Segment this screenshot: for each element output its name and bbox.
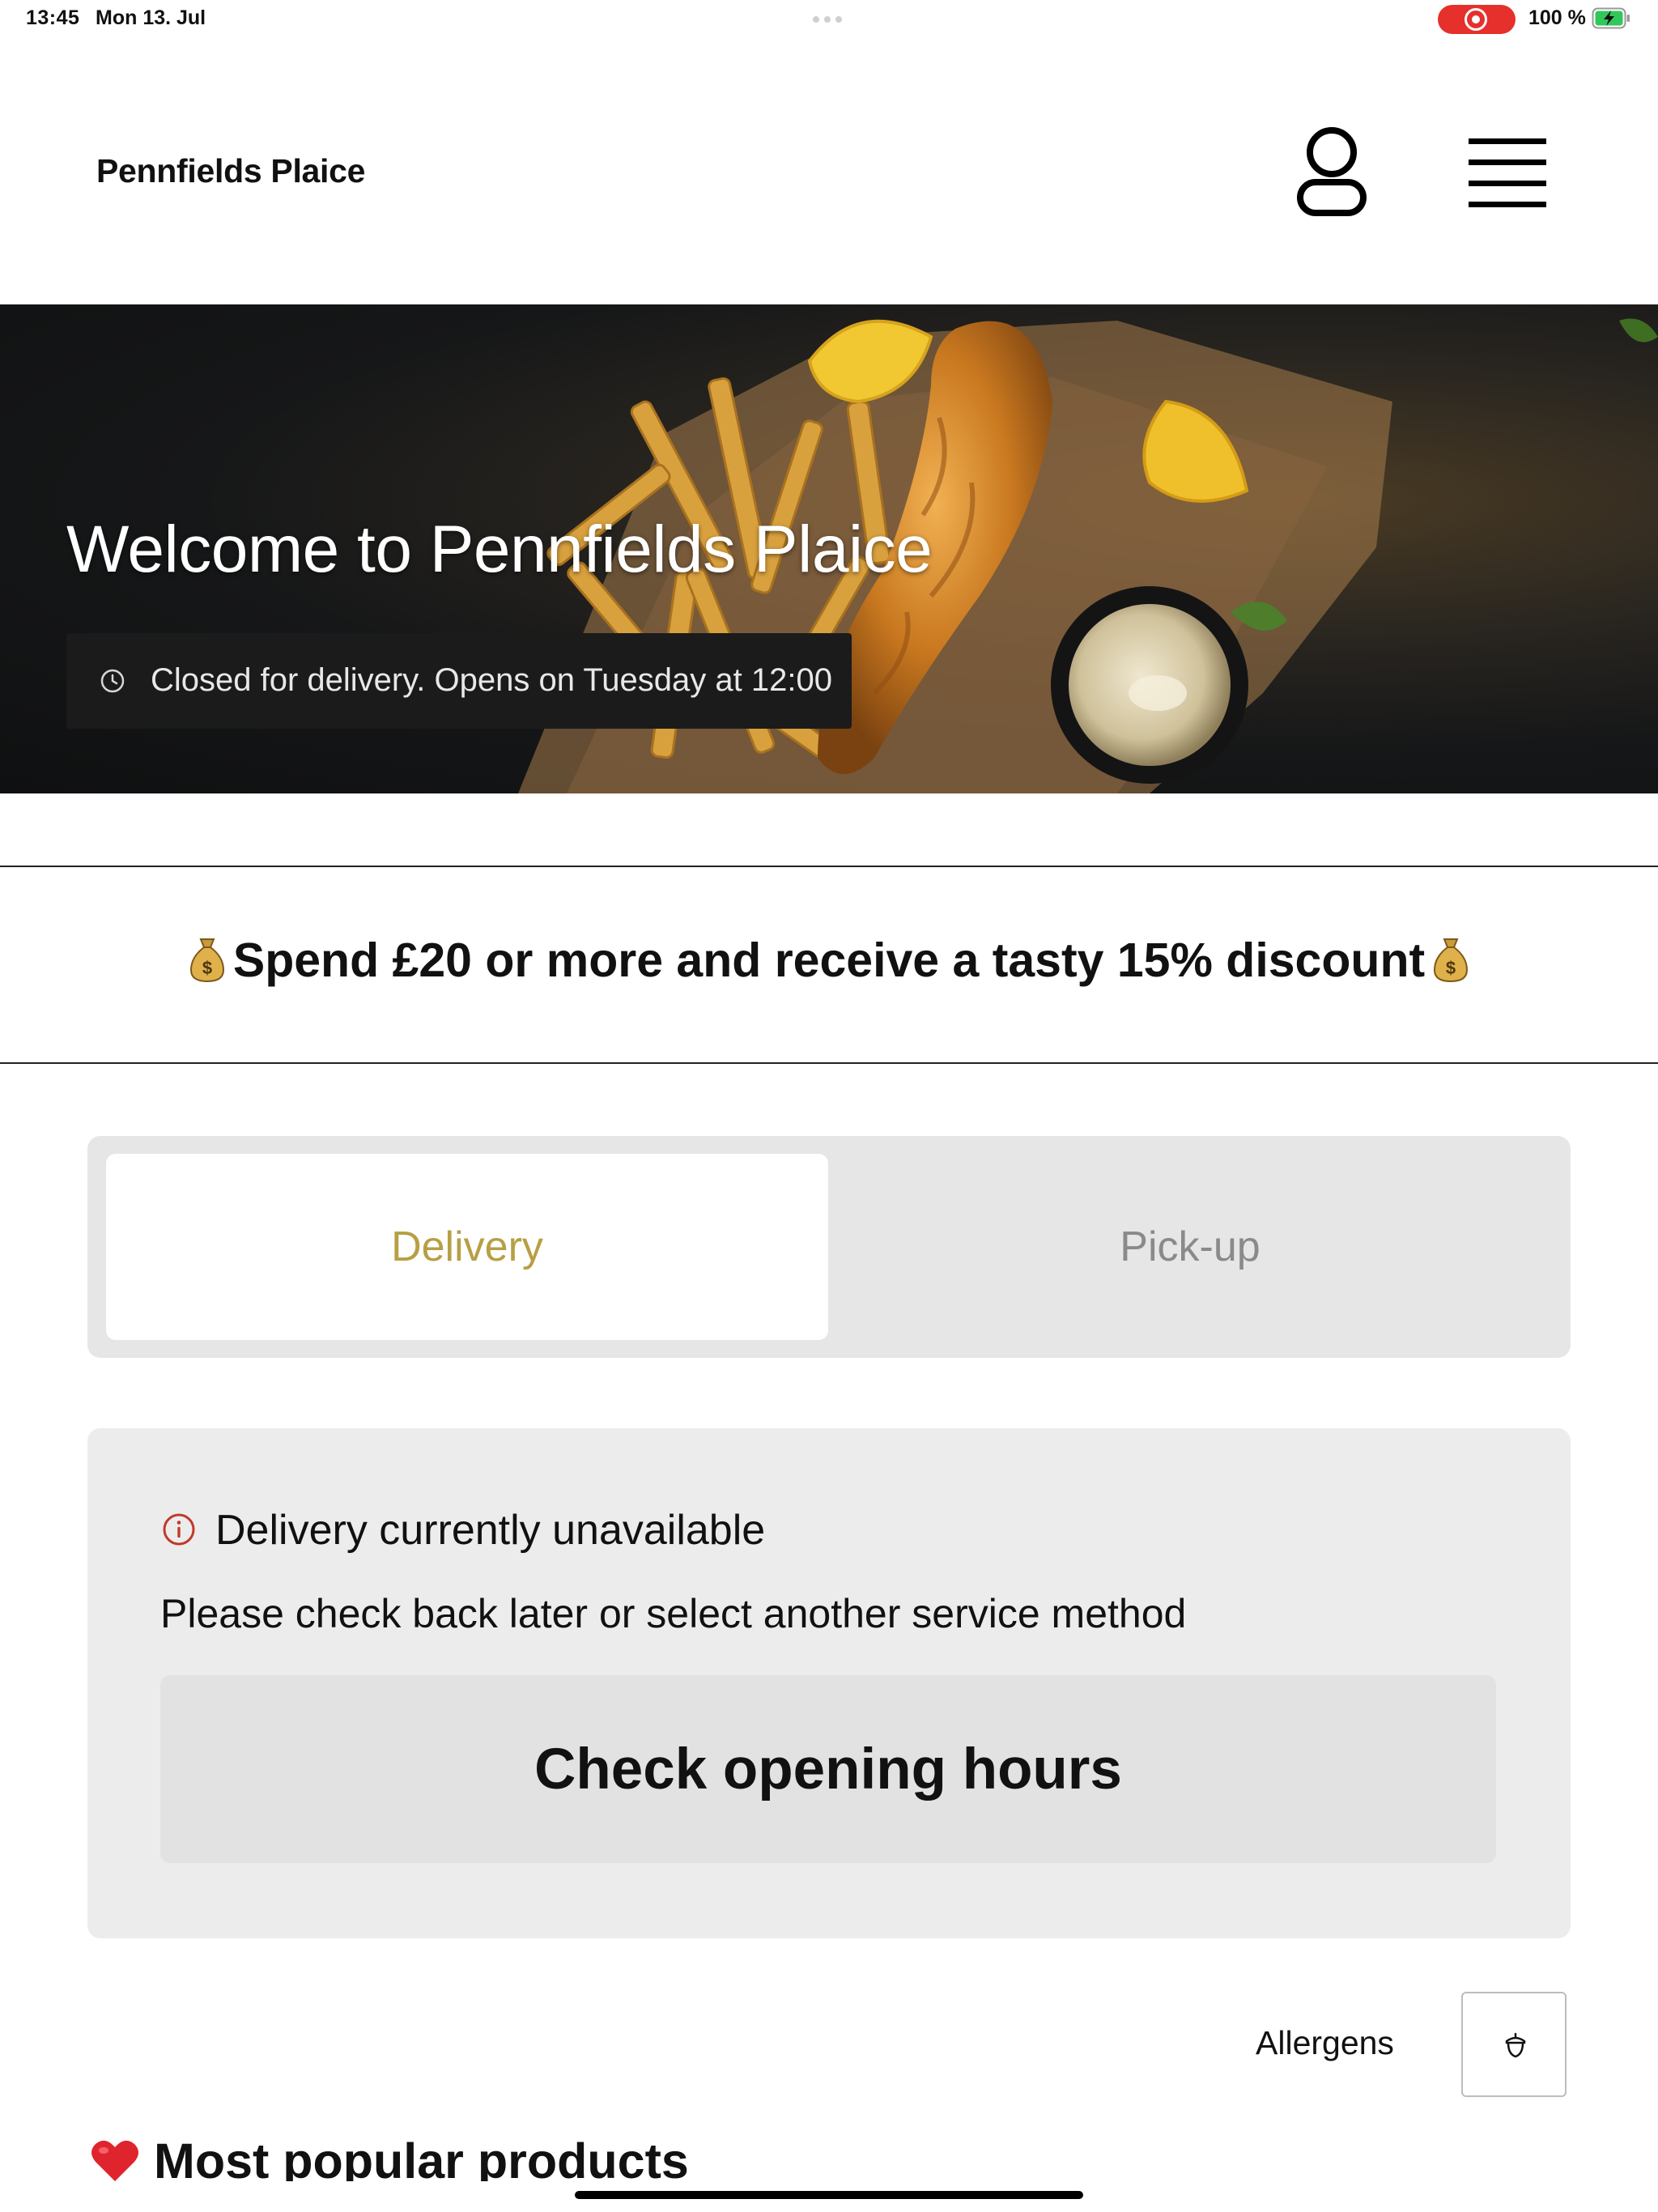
delivery-status-banner: Closed for delivery. Opens on Tuesday at…: [66, 633, 852, 729]
status-bar: 13:45 Mon 13. Jul 100 %: [0, 0, 1658, 39]
multitasking-dots-icon[interactable]: [813, 16, 842, 23]
acorn-icon: [1505, 2032, 1526, 2058]
hamburger-menu-icon: [1469, 138, 1546, 207]
money-bag-icon: $: [189, 938, 224, 983]
tab-pick-up[interactable]: Pick-up: [829, 1154, 1551, 1340]
home-indicator[interactable]: [575, 2191, 1083, 2199]
status-date: Mon 13. Jul: [96, 6, 206, 29]
account-button[interactable]: [1287, 123, 1376, 220]
user-icon: [1297, 127, 1367, 216]
service-method-toggle: Delivery Pick-up: [87, 1136, 1571, 1358]
promo-text: Spend £20 or more and receive a tasty 15…: [232, 934, 1426, 987]
svg-text:$: $: [202, 958, 212, 978]
info-icon: [163, 1513, 195, 1546]
divider: [0, 1062, 1658, 1064]
notice-title: Delivery currently unavailable: [215, 1507, 766, 1554]
svg-text:$: $: [1446, 958, 1456, 978]
money-bag-icon: $: [1434, 938, 1469, 983]
notice-body: Please check back later or select anothe…: [160, 1591, 1187, 1636]
battery-percentage: 100 %: [1528, 6, 1586, 29]
check-opening-hours-button[interactable]: Check opening hours: [160, 1675, 1496, 1863]
popular-products-title: Most popular products: [154, 2133, 689, 2181]
heart-icon: [91, 2140, 138, 2181]
allergens-label: Allergens: [1256, 2024, 1394, 2061]
restaurant-name[interactable]: Pennfields Plaice: [96, 152, 365, 190]
hero-title: Welcome to Pennfields Plaice: [66, 513, 933, 586]
battery-charging-icon: [1592, 7, 1630, 29]
delivery-unavailable-card: Delivery currently unavailable Please ch…: [87, 1428, 1571, 1938]
divider: [0, 866, 1658, 867]
clock-icon: [100, 669, 125, 693]
allergens-button[interactable]: [1461, 1992, 1567, 2097]
popular-products-heading: Most popular products: [91, 2133, 689, 2181]
screen-recording-icon[interactable]: [1438, 5, 1516, 34]
delivery-status-text: Closed for delivery. Opens on Tuesday at…: [151, 662, 832, 698]
hero-banner: Welcome to Pennfields Plaice Closed for …: [0, 304, 1658, 793]
menu-button[interactable]: [1460, 130, 1554, 214]
promo-banner: $ Spend £20 or more and receive a tasty …: [0, 933, 1658, 988]
tab-delivery[interactable]: Delivery: [106, 1154, 828, 1340]
status-time: 13:45: [26, 6, 80, 29]
